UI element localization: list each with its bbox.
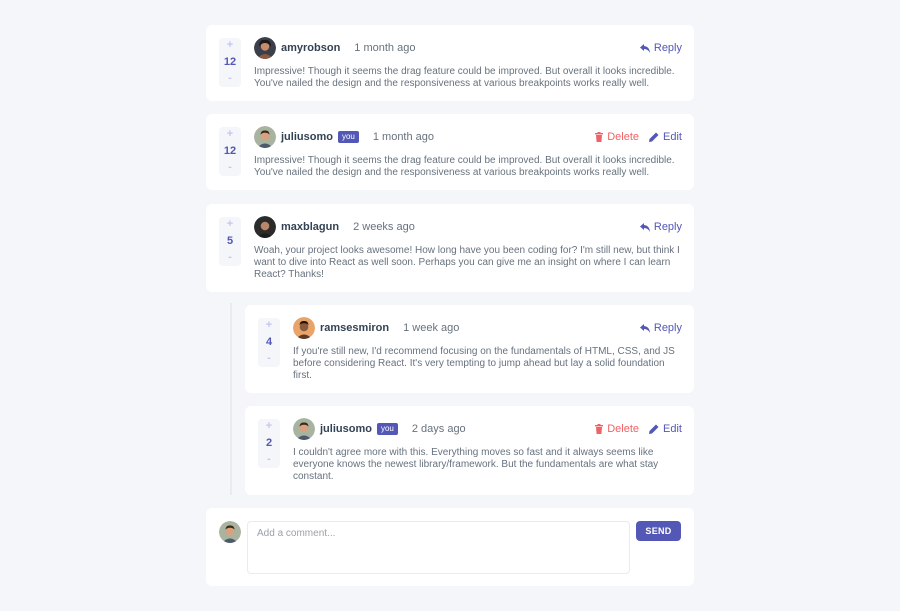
downvote-button[interactable]: - [267, 353, 271, 364]
current-user-avatar [219, 521, 241, 543]
reply-icon [639, 222, 650, 232]
add-comment-form: SEND [206, 508, 694, 586]
reply-card: + 2 - juliusomo you 2 days ago Delete Ed… [245, 406, 694, 495]
reply-label: Reply [653, 322, 682, 334]
reply-button[interactable]: Reply [639, 322, 682, 334]
you-badge: you [337, 131, 359, 143]
username[interactable]: amyrobson [281, 42, 340, 54]
upvote-button[interactable]: + [227, 40, 233, 51]
comment-date: 1 month ago [372, 131, 435, 143]
comment-text: Woah, your project looks awesome! How lo… [254, 245, 680, 280]
comment-text: I couldn't agree more with this. Everyth… [293, 447, 659, 482]
comment-text: Impressive! Though it seems the drag fea… [254, 155, 675, 178]
username[interactable]: juliusomo [320, 423, 372, 435]
pencil-icon [649, 132, 659, 142]
score: 4 [265, 336, 273, 348]
edit-label: Edit [663, 131, 682, 143]
vote-control: + 2 - [258, 419, 280, 468]
comment-text: Impressive! Though it seems the drag fea… [254, 66, 675, 89]
username[interactable]: juliusomo [281, 131, 333, 143]
edit-button[interactable]: Edit [649, 423, 682, 435]
downvote-button[interactable]: - [228, 162, 232, 173]
downvote-button[interactable]: - [267, 454, 271, 465]
comment-card: + 12 - juliusomo you 1 month ago Delete … [206, 114, 694, 190]
comment-input[interactable] [247, 521, 630, 574]
edit-button[interactable]: Edit [649, 131, 682, 143]
comment-date: 1 month ago [354, 42, 416, 54]
trash-icon [595, 424, 604, 434]
username[interactable]: maxblagun [281, 221, 339, 233]
upvote-button[interactable]: + [227, 219, 233, 230]
score: 2 [265, 437, 273, 449]
comment-date: 1 week ago [403, 322, 460, 334]
delete-label: Delete [607, 423, 640, 435]
send-button[interactable]: SEND [636, 521, 681, 541]
edit-label: Edit [663, 423, 682, 435]
reply-label: Reply [653, 221, 682, 233]
delete-button[interactable]: Delete [595, 423, 639, 435]
downvote-button[interactable]: - [228, 252, 232, 263]
comment-card: + 5 - maxblagun 2 weeks ago Reply Woah, … [206, 204, 694, 292]
avatar[interactable] [254, 126, 276, 148]
avatar[interactable] [293, 317, 315, 339]
upvote-button[interactable]: + [266, 421, 272, 432]
comment-text: If you're still new, I'd recommend focus… [293, 346, 675, 381]
vote-control: + 12 - [219, 38, 241, 87]
delete-button[interactable]: Delete [595, 131, 639, 143]
reply-button[interactable]: Reply [639, 221, 682, 233]
pencil-icon [649, 424, 659, 434]
comment-date: 2 days ago [411, 423, 466, 435]
avatar[interactable] [254, 216, 276, 238]
reply-icon [639, 43, 650, 53]
delete-label: Delete [607, 131, 640, 143]
score: 12 [223, 56, 237, 68]
upvote-button[interactable]: + [227, 129, 233, 140]
reply-icon [639, 323, 650, 333]
reply-card: + 4 - ramsesmiron 1 week ago Reply If yo… [245, 305, 694, 393]
upvote-button[interactable]: + [266, 320, 272, 331]
username[interactable]: ramsesmiron [320, 322, 389, 334]
score: 5 [226, 235, 234, 247]
reply-thread-line [230, 303, 232, 495]
trash-icon [595, 132, 604, 142]
avatar[interactable] [254, 37, 276, 59]
comment-date: 2 weeks ago [353, 221, 415, 233]
vote-control: + 5 - [219, 217, 241, 266]
avatar[interactable] [293, 418, 315, 440]
vote-control: + 12 - [219, 127, 241, 176]
downvote-button[interactable]: - [228, 73, 232, 84]
vote-control: + 4 - [258, 318, 280, 367]
reply-label: Reply [653, 42, 682, 54]
you-badge: you [376, 423, 398, 435]
reply-button[interactable]: Reply [639, 42, 682, 54]
comment-card: + 12 - amyrobson 1 month ago Reply Impre… [206, 25, 694, 101]
score: 12 [223, 145, 237, 157]
